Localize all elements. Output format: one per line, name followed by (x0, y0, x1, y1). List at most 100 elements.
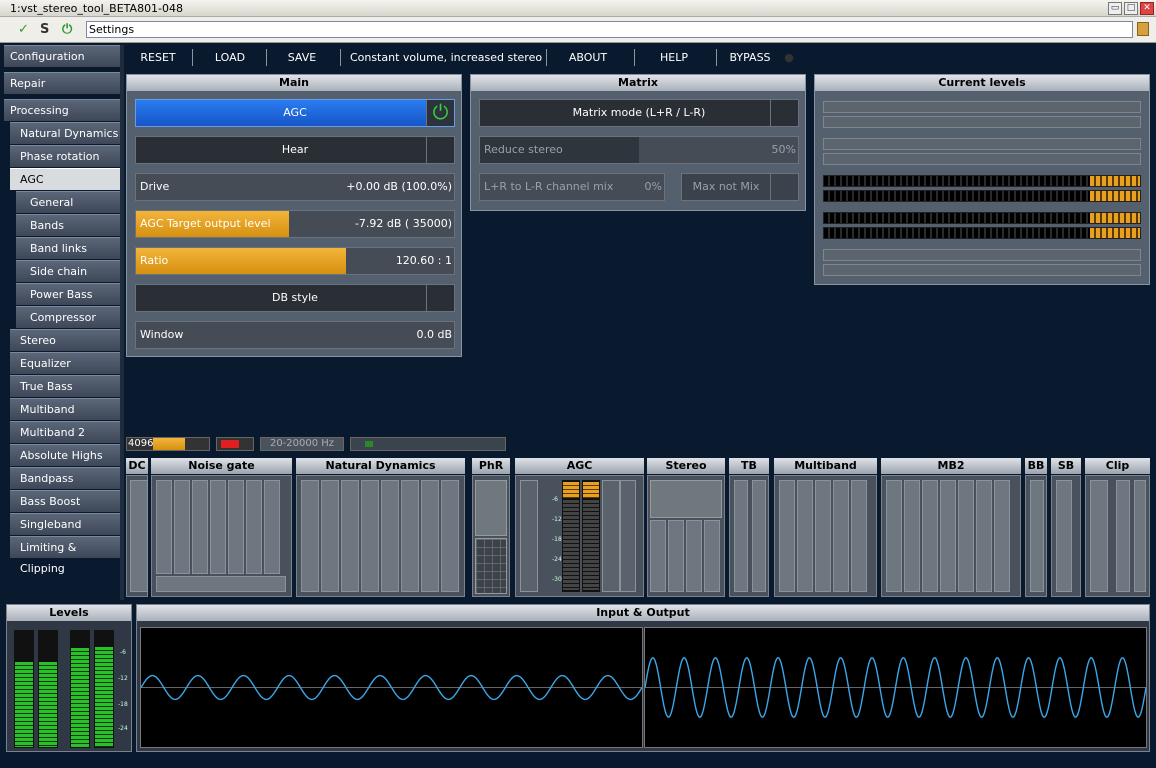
load-button[interactable]: LOAD (202, 45, 258, 70)
sidebar-item-processing[interactable]: Processing (4, 99, 120, 121)
current-levels-panel: Current levels (814, 74, 1150, 285)
sidebar-item-repair[interactable]: Repair (4, 72, 120, 94)
agc-toggle[interactable]: AGC ⏻ (135, 99, 455, 127)
current-levels-title: Current levels (815, 75, 1149, 91)
module-tab-dc[interactable]: DC (126, 458, 148, 474)
sidebar-item-singleband[interactable]: Singleband (10, 513, 120, 535)
sidebar-item-power-bass[interactable]: Power Bass (16, 283, 120, 305)
reduce-stereo-slider[interactable]: Reduce stereo 50% (479, 136, 799, 164)
sidebar-item-stereo[interactable]: Stereo (10, 329, 120, 351)
module-tab-bb[interactable]: BB (1025, 458, 1047, 474)
sidebar-item-bandpass[interactable]: Bandpass (10, 467, 120, 489)
ratio-value: 120.60 : 1 (395, 254, 452, 267)
module-panel[interactable] (1085, 475, 1150, 597)
module-panel[interactable] (1025, 475, 1047, 597)
module-tab-tb[interactable]: TB (729, 458, 769, 474)
drive-slider[interactable]: Drive +0.00 dB (100.0%) (135, 173, 455, 201)
module-panel[interactable] (881, 475, 1021, 597)
module-panel[interactable] (774, 475, 877, 597)
channel-mix-label: L+R to L-R channel mix (484, 180, 614, 193)
power-icon[interactable]: ⏻ (62, 22, 72, 37)
reduce-stereo-value: 50% (771, 143, 796, 156)
module-tab-mb2[interactable]: MB2 (881, 458, 1021, 474)
module-tab-multiband[interactable]: Multiband (774, 458, 877, 474)
block-size-meter[interactable]: 4096 (126, 437, 210, 451)
module-panel[interactable] (729, 475, 769, 597)
input-output-panel: Input & Output (136, 604, 1150, 752)
drive-value: +0.00 dB (100.0%) (346, 180, 452, 193)
agc-target-slider[interactable]: AGC Target output level -7.92 dB ( 35000… (135, 210, 455, 238)
module-panel[interactable]: -6 -12 -18 -24 -30 (515, 475, 644, 597)
bypass-button[interactable]: BYPASS (720, 45, 780, 70)
module-panel[interactable] (126, 475, 148, 597)
sidebar-item-agc[interactable]: AGC (10, 168, 120, 190)
main-panel: Main AGC ⏻ Hear Drive +0.00 dB (100.0%) … (126, 74, 462, 357)
sidebar: Configuration Repair Processing Natural Dyn… (4, 45, 120, 600)
reset-button[interactable]: RESET (130, 45, 186, 70)
module-tab-natural-dynamics[interactable]: Natural Dynamics (296, 458, 465, 474)
module-tab-phr[interactable]: PhR (472, 458, 510, 474)
check-icon[interactable]: ✓ (18, 22, 29, 37)
max-not-mix-toggle[interactable]: Max not Mix (681, 173, 799, 201)
about-button[interactable]: ABOUT (560, 45, 616, 70)
module-tab-stereo[interactable]: Stereo (647, 458, 725, 474)
sidebar-item-multiband[interactable]: Multiband (10, 398, 120, 420)
module-panel[interactable] (1051, 475, 1081, 597)
module-panel[interactable] (296, 475, 465, 597)
module-tab-noise-gate[interactable]: Noise gate (151, 458, 292, 474)
level-meter (823, 138, 1141, 150)
module-panel[interactable] (647, 475, 725, 597)
sidebar-item-equalizer[interactable]: Equalizer (10, 352, 120, 374)
sidebar-item-absolute-highs[interactable]: Absolute Highs (10, 444, 120, 466)
levels-panel: Levels -6 -12 -18 -24 (6, 604, 132, 752)
window-slider[interactable]: Window 0.0 dB (135, 321, 455, 349)
preset-name[interactable]: Constant volume, increased stereo (346, 45, 546, 70)
sidebar-item-bands[interactable]: Bands (16, 214, 120, 236)
help-button[interactable]: HELP (646, 45, 702, 70)
level-meter (823, 101, 1141, 113)
power-on-icon[interactable]: ⏻ (426, 100, 454, 126)
maximize-icon[interactable]: □ (1124, 2, 1138, 15)
sidebar-divider[interactable] (120, 45, 124, 600)
sidebar-item-multiband-2[interactable]: Multiband 2 (10, 421, 120, 443)
sidebar-item-band-links[interactable]: Band links (16, 237, 120, 259)
settings-input[interactable]: Settings (86, 21, 1133, 38)
module-tab-agc[interactable]: AGC (515, 458, 644, 474)
sidebar-item-side-chain[interactable]: Side chain (16, 260, 120, 282)
sidebar-item-configuration[interactable]: Configuration (4, 45, 120, 67)
level-tick: -24 (118, 725, 128, 732)
book-icon[interactable] (1137, 22, 1149, 36)
matrix-mode-toggle[interactable]: Matrix mode (L+R / L-R) (479, 99, 799, 127)
hear-toggle[interactable]: Hear (135, 136, 455, 164)
level-meter (823, 116, 1141, 128)
db-style-toggle[interactable]: DB style (135, 284, 455, 312)
hear-toggle-label: Hear (281, 143, 309, 156)
save-button[interactable]: SAVE (274, 45, 330, 70)
db-style-label: DB style (272, 291, 318, 304)
module-panel[interactable] (151, 475, 292, 597)
ratio-slider[interactable]: Ratio 120.60 : 1 (135, 247, 455, 275)
channel-mix-slider[interactable]: L+R to L-R channel mix 0% (479, 173, 665, 201)
module-tab-clip[interactable]: Clip (1085, 458, 1150, 474)
sidebar-item-bass-boost[interactable]: Bass Boost (10, 490, 120, 512)
module-panel[interactable] (472, 475, 510, 597)
address-bar: ✓ S ⏻ Settings (0, 17, 1156, 43)
sidebar-item-natural-dynamics[interactable]: Natural Dynamics (10, 122, 120, 144)
agc-toggle-label: AGC (283, 106, 307, 119)
input-waveform (140, 674, 643, 701)
sidebar-item-general[interactable]: General (16, 191, 120, 213)
sidebar-item-compressor[interactable]: Compressor (16, 306, 120, 328)
close-icon[interactable]: ✕ (1140, 2, 1154, 15)
agc-tick: -18 (552, 536, 562, 543)
sidebar-item-phase-rotation[interactable]: Phase rotation (10, 145, 120, 167)
module-tab-sb[interactable]: SB (1051, 458, 1081, 474)
sidebar-item-true-bass[interactable]: True Bass (10, 375, 120, 397)
level-tick: -6 (120, 649, 126, 656)
restore-icon[interactable]: ▭ (1108, 2, 1122, 15)
sidebar-item-limiting-clipping[interactable]: Limiting & Clipping (10, 536, 120, 575)
level-bar (14, 630, 34, 748)
level-bar (38, 630, 58, 748)
s-icon[interactable]: S (40, 22, 49, 37)
max-not-mix-label: Max not Mix (692, 180, 760, 193)
level-meter (823, 190, 1141, 202)
